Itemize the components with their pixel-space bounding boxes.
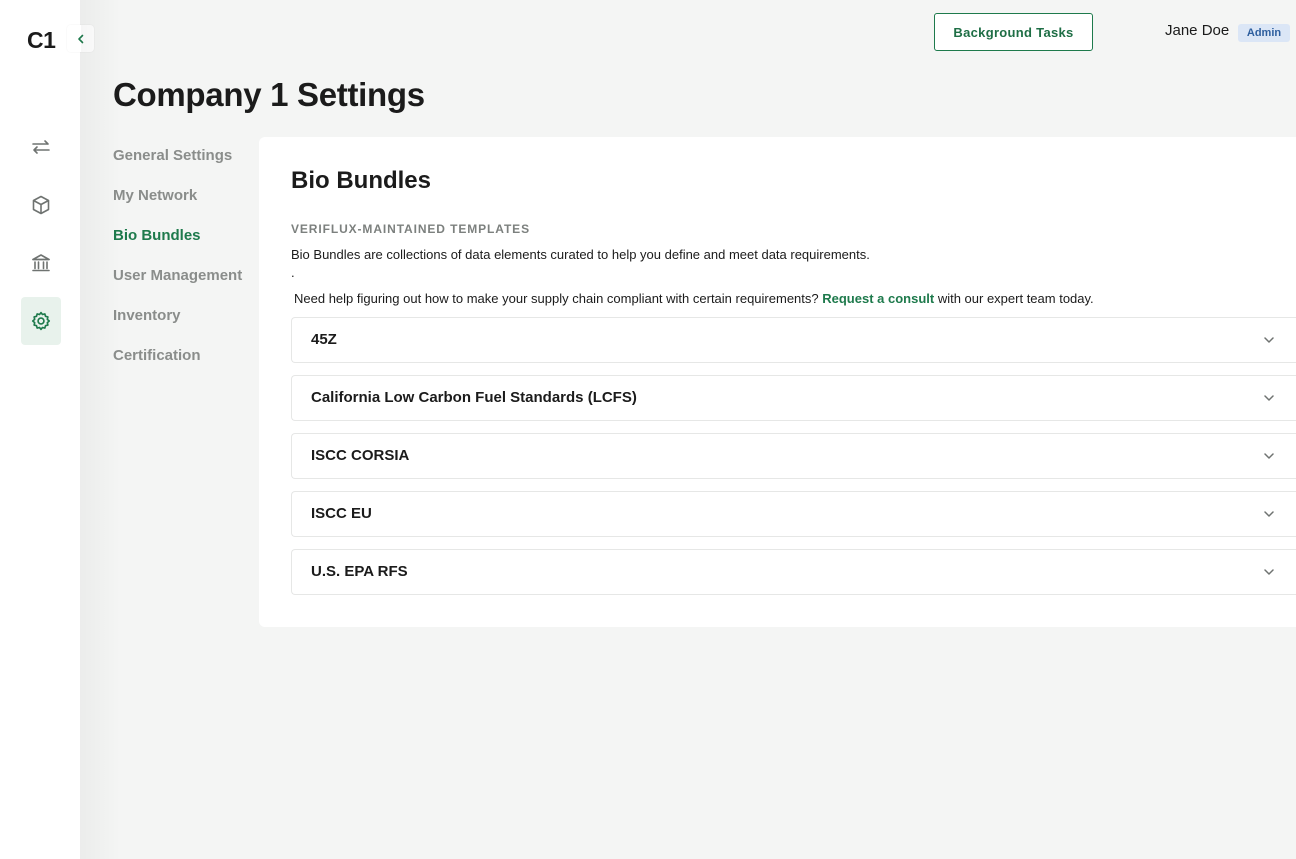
bank-icon <box>32 254 50 272</box>
swap-arrows-icon <box>32 140 50 154</box>
background-tasks-button[interactable]: Background Tasks <box>934 13 1093 51</box>
chevron-down-icon <box>1264 453 1274 459</box>
stray-dot-text: . <box>291 265 295 280</box>
help-text: Need help figuring out how to make your … <box>294 291 1094 306</box>
sidebar-item-transfers[interactable] <box>21 123 61 171</box>
sidebar: C1 <box>0 0 94 859</box>
bundle-accordion-epa-rfs[interactable]: U.S. EPA RFS <box>291 549 1296 595</box>
settings-nav: General Settings My Network Bio Bundles … <box>113 145 253 385</box>
sidebar-item-inventory[interactable] <box>21 181 61 229</box>
bundle-label: California Low Carbon Fuel Standards (LC… <box>311 389 637 406</box>
role-badge: Admin <box>1238 24 1290 42</box>
panel-title: Bio Bundles <box>291 167 432 194</box>
chevron-down-icon <box>1264 569 1274 575</box>
cube-icon <box>32 195 50 215</box>
page-title: Company 1 Settings <box>113 76 425 113</box>
gear-icon <box>31 311 51 331</box>
settings-nav-my-network[interactable]: My Network <box>113 185 253 225</box>
bundle-label: U.S. EPA RFS <box>311 563 408 580</box>
content-edge-shadow <box>81 0 121 859</box>
help-text-prefix: Need help figuring out how to make your … <box>294 291 823 306</box>
chevron-down-icon <box>1264 395 1274 401</box>
bundle-label: ISCC EU <box>311 505 372 522</box>
section-label: VERIFLUX-MAINTAINED TEMPLATES <box>291 222 530 236</box>
sidebar-item-settings[interactable] <box>21 297 61 345</box>
app-logo[interactable]: C1 <box>27 27 56 54</box>
bundle-accordion-45z[interactable]: 45Z <box>291 317 1296 363</box>
chevron-down-icon <box>1264 511 1274 517</box>
settings-nav-inventory[interactable]: Inventory <box>113 305 253 345</box>
settings-nav-certification[interactable]: Certification <box>113 345 253 385</box>
panel-description: Bio Bundles are collections of data elem… <box>291 247 870 262</box>
sidebar-item-institutions[interactable] <box>21 239 61 287</box>
bundle-label: 45Z <box>311 331 337 348</box>
chevron-down-icon <box>1264 337 1274 343</box>
bundle-accordion-iscc-eu[interactable]: ISCC EU <box>291 491 1296 537</box>
user-name[interactable]: Jane Doe <box>1165 22 1229 39</box>
bundle-accordion-lcfs[interactable]: California Low Carbon Fuel Standards (LC… <box>291 375 1296 421</box>
settings-nav-general[interactable]: General Settings <box>113 145 253 185</box>
help-text-suffix: with our expert team today. <box>934 291 1094 306</box>
bio-bundles-panel: Bio Bundles VERIFLUX-MAINTAINED TEMPLATE… <box>259 137 1296 627</box>
bundle-accordion-iscc-corsia[interactable]: ISCC CORSIA <box>291 433 1296 479</box>
request-consult-link[interactable]: Request a consult <box>822 291 934 306</box>
bundle-label: ISCC CORSIA <box>311 447 410 464</box>
settings-nav-bio-bundles[interactable]: Bio Bundles <box>113 225 253 265</box>
settings-nav-user-management[interactable]: User Management <box>113 265 253 305</box>
